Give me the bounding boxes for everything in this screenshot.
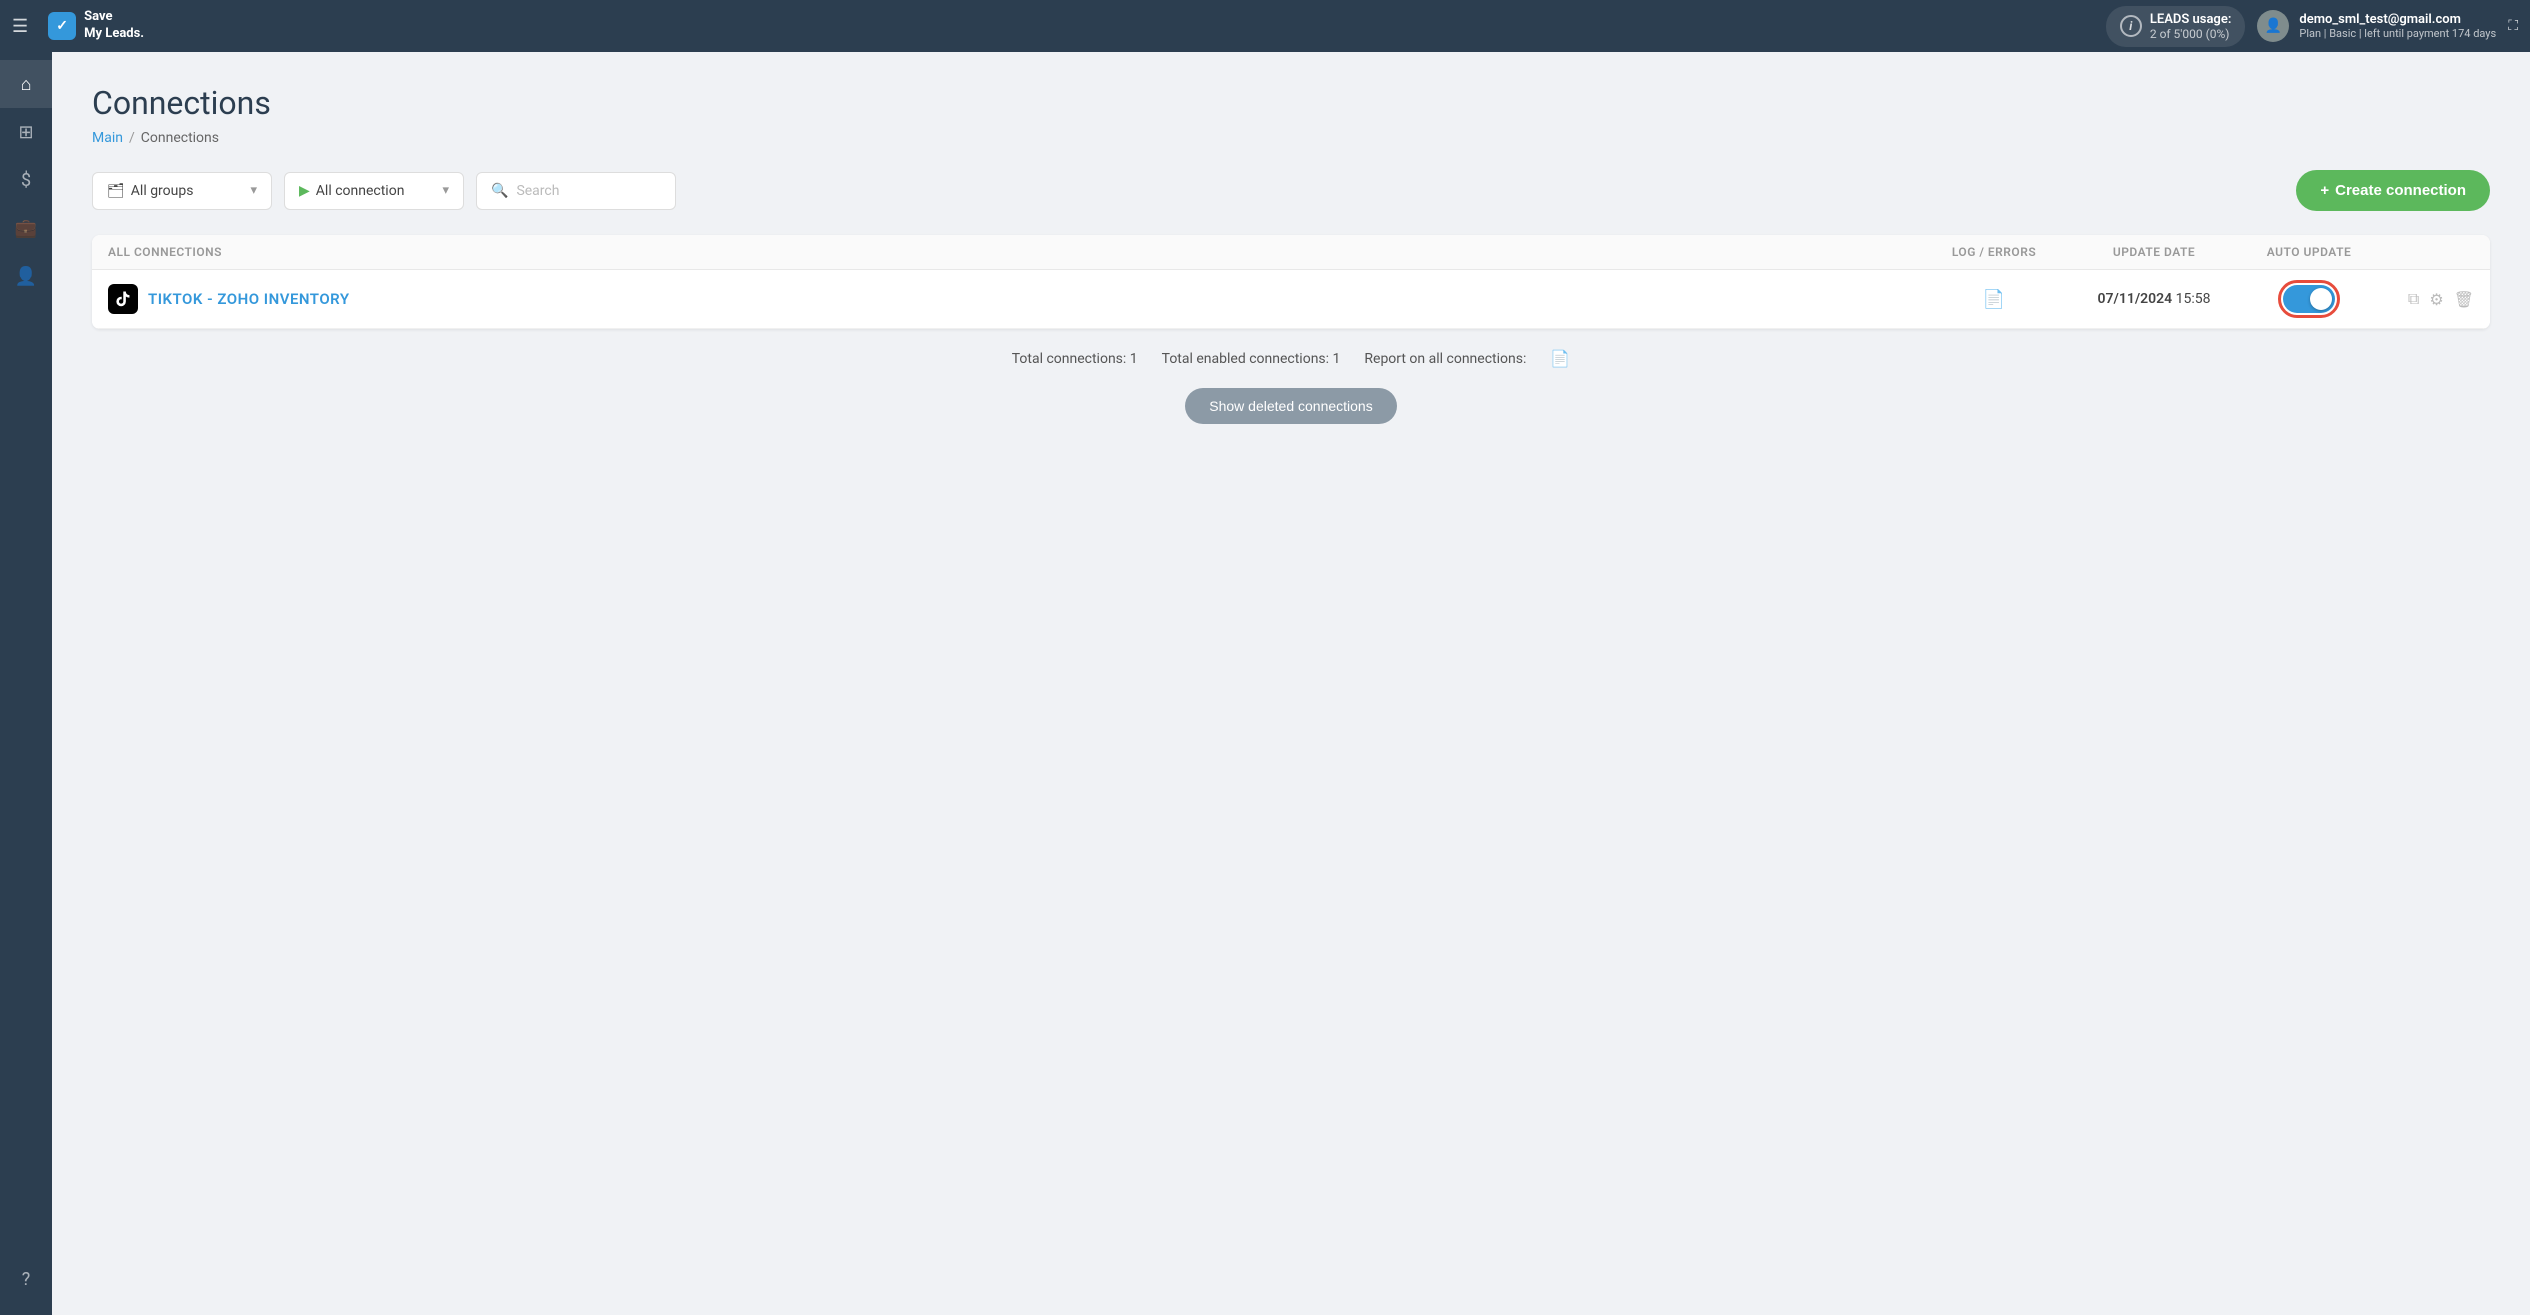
logo-icon: ✓ xyxy=(48,12,76,40)
search-icon: 🔍 xyxy=(491,183,508,199)
search-input[interactable]: 🔍 Search xyxy=(476,172,676,210)
filters-row: 🗂 All groups ▾ ▶ All connection ▾ 🔍 Sear… xyxy=(92,170,2490,211)
sidebar-item-help[interactable]: ? xyxy=(0,1255,52,1303)
copy-icon[interactable]: ⧉ xyxy=(2408,289,2419,309)
delete-icon[interactable]: 🗑 xyxy=(2454,290,2474,309)
groups-icon: 🗂 xyxy=(107,183,125,199)
auto-update-toggle-wrap xyxy=(2283,285,2335,313)
user-avatar: 👤 xyxy=(2257,10,2289,42)
expand-icon[interactable]: ⛶ xyxy=(2508,18,2518,34)
settings-icon[interactable]: ⚙ xyxy=(2429,290,2443,309)
toggle-label[interactable] xyxy=(2283,285,2335,313)
col-date-header: UPDATE DATE xyxy=(2064,245,2244,259)
date-cell: 07/11/2024 15:58 xyxy=(2064,291,2244,307)
create-label: Create connection xyxy=(2335,182,2466,199)
sidebar-item-connections[interactable]: ⊞ xyxy=(0,108,52,156)
user-plan: Plan | Basic | left until payment 174 da… xyxy=(2299,27,2496,40)
groups-dropdown[interactable]: 🗂 All groups ▾ xyxy=(92,172,272,210)
create-connection-button[interactable]: + Create connection xyxy=(2296,170,2490,211)
connection-label: All connection xyxy=(316,183,405,199)
report-icon[interactable]: 📄 xyxy=(1550,349,1570,368)
table-header: ALL CONNECTIONS LOG / ERRORS UPDATE DATE… xyxy=(92,235,2490,270)
leads-usage: i LEADS usage: 2 of 5'000 (0%) xyxy=(2106,6,2246,47)
breadcrumb-main[interactable]: Main xyxy=(92,130,123,146)
table-row: TikTok - Zoho Inventory 📄 07/11/2024 15:… xyxy=(92,270,2490,329)
date-value: 07/11/2024 xyxy=(2098,291,2173,307)
log-doc-icon[interactable]: 📄 xyxy=(1983,289,2005,310)
time-value: 15:58 xyxy=(2176,291,2211,307)
breadcrumb-current: Connections xyxy=(141,130,219,146)
user-email: demo_sml_test@gmail.com xyxy=(2299,12,2496,27)
summary-row: Total connections: 1 Total enabled conne… xyxy=(92,329,2490,388)
sidebar-nav: ⌂ ⊞ $ 💼 👤 ? xyxy=(0,52,52,1315)
search-placeholder: Search xyxy=(516,183,559,199)
topbar: ☰ ✓ SaveMy Leads. i LEADS usage: 2 of 5'… xyxy=(0,0,2530,52)
main-layout: ⌂ ⊞ $ 💼 👤 ? Connections Main / Connectio… xyxy=(0,52,2530,1315)
connection-type-dropdown[interactable]: ▶ All connection ▾ xyxy=(284,172,464,210)
leads-label: LEADS usage: xyxy=(2150,12,2232,27)
connection-chevron: ▾ xyxy=(442,183,449,198)
auto-update-cell xyxy=(2244,285,2374,313)
show-deleted-wrap: Show deleted connections xyxy=(92,388,2490,444)
log-cell: 📄 xyxy=(1924,289,2064,310)
sidebar-item-home[interactable]: ⌂ xyxy=(0,60,52,108)
connection-name-cell: TikTok - Zoho Inventory xyxy=(108,284,1924,314)
total-enabled-connections: Total enabled connections: 1 xyxy=(1162,351,1341,367)
col-auto-header: AUTO UPDATE xyxy=(2244,245,2374,259)
create-plus-icon: + xyxy=(2320,182,2329,199)
sidebar-item-profile[interactable]: 👤 xyxy=(0,252,52,300)
page-content: Connections Main / Connections 🗂 All gro… xyxy=(52,52,2530,1315)
info-icon: i xyxy=(2120,15,2142,37)
page-title: Connections xyxy=(92,84,2490,122)
total-connections: Total connections: 1 xyxy=(1012,351,1138,367)
play-icon: ▶ xyxy=(299,183,310,199)
col-all-connections: ALL CONNECTIONS xyxy=(108,245,1924,259)
sidebar-item-billing[interactable]: $ xyxy=(0,156,52,204)
breadcrumb: Main / Connections xyxy=(92,130,2490,146)
breadcrumb-sep: / xyxy=(129,130,135,146)
tiktok-icon xyxy=(108,284,138,314)
groups-label: All groups xyxy=(131,183,194,199)
actions-cell: ⧉ ⚙ 🗑 xyxy=(2374,289,2474,309)
logo-area: ✓ SaveMy Leads. xyxy=(48,9,168,43)
groups-chevron: ▾ xyxy=(250,183,257,198)
logo-text: SaveMy Leads. xyxy=(84,9,144,43)
connection-link[interactable]: TikTok - Zoho Inventory xyxy=(148,290,350,308)
leads-count: 2 of 5'000 (0%) xyxy=(2150,27,2232,41)
report-label: Report on all connections: xyxy=(1364,351,1526,367)
menu-icon[interactable]: ☰ xyxy=(12,16,28,37)
sidebar-item-jobs[interactable]: 💼 xyxy=(0,204,52,252)
col-log-header: LOG / ERRORS xyxy=(1924,245,2064,259)
user-area: 👤 demo_sml_test@gmail.com Plan | Basic |… xyxy=(2257,10,2496,42)
show-deleted-button[interactable]: Show deleted connections xyxy=(1185,388,1396,424)
connections-table: ALL CONNECTIONS LOG / ERRORS UPDATE DATE… xyxy=(92,235,2490,329)
